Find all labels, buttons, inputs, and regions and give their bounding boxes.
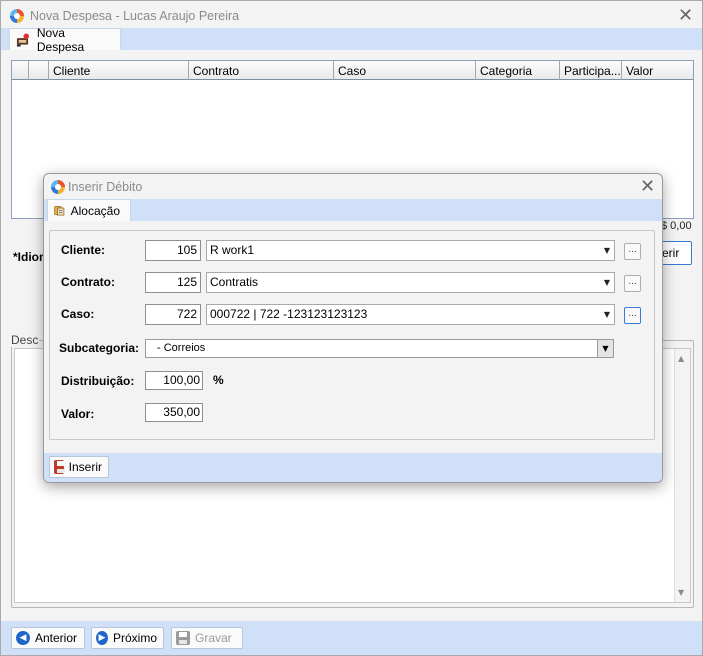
close-icon[interactable]: ✕ <box>640 178 655 196</box>
chevron-down-icon: ▼ <box>597 340 613 357</box>
percent-sign: % <box>213 373 224 387</box>
grid-total: $ 0,00 <box>661 220 692 232</box>
column-header-categoria[interactable]: Categoria <box>475 61 559 80</box>
allocation-panel: Cliente: 105 R work1 ▼ ... Contrato: 125… <box>49 230 655 440</box>
close-icon[interactable]: ✕ <box>678 7 693 25</box>
chevron-down-icon: ▼ <box>603 310 610 319</box>
window-title: Nova Despesa - Lucas Araujo Pereira <box>30 9 240 23</box>
chevron-down-icon: ▼ <box>603 278 610 287</box>
tab-label: Alocação <box>70 203 120 218</box>
column-header-caso[interactable]: Caso <box>333 61 475 80</box>
tab-nova-despesa[interactable]: Nova Despesa <box>9 26 121 54</box>
cliente-label: Cliente: <box>61 243 106 257</box>
valor-label: Valor: <box>61 407 95 421</box>
contrato-select[interactable]: Contratis ▼ <box>206 272 615 293</box>
dialog-body: Cliente: 105 R work1 ▼ ... Contrato: 125… <box>49 222 657 442</box>
cliente-select-value: R work1 <box>210 243 255 257</box>
contrato-code-field[interactable]: 125 <box>145 272 201 293</box>
grid-header: Cliente Contrato Caso Categoria Particip… <box>12 61 693 80</box>
column-header-contrato[interactable]: Contrato <box>188 61 333 80</box>
subcategoria-label: Subcategoria: <box>59 341 140 355</box>
save-icon <box>176 631 190 645</box>
expense-icon <box>16 32 30 47</box>
descricao-label: Desc <box>10 333 40 347</box>
tab-alocacao[interactable]: Alocação <box>47 199 131 221</box>
distribuicao-field[interactable]: 100,00 <box>145 371 203 390</box>
app-logo-icon <box>10 9 24 23</box>
cliente-code-field[interactable]: 105 <box>145 240 201 261</box>
caso-label: Caso: <box>61 307 95 321</box>
scroll-up-icon[interactable]: ▲ <box>678 355 684 363</box>
contrato-label: Contrato: <box>61 275 115 289</box>
inserir-debito-dialog: Inserir Débito ✕ Alocação Cliente: 105 R… <box>43 173 663 483</box>
dialog-inserir-label: Inserir <box>68 460 102 474</box>
descricao-scrollbar[interactable]: ▲ ▼ <box>674 349 690 602</box>
app-logo-icon <box>51 180 65 194</box>
anterior-label: Anterior <box>35 631 78 645</box>
dialog-inserir-button[interactable]: Inserir <box>49 456 109 478</box>
cliente-select[interactable]: R work1 ▼ <box>206 240 615 261</box>
allocation-icon <box>54 206 65 216</box>
contrato-select-value: Contratis <box>210 275 259 289</box>
column-header-select[interactable] <box>28 61 48 80</box>
caso-select-value: 000722 | 722 -123123123123 <box>210 307 368 321</box>
main-footer: ◀ Anterior ▶ Próximo Gravar <box>1 621 702 655</box>
caso-lookup-button[interactable]: ... <box>624 307 641 324</box>
gravar-label: Gravar <box>195 631 232 645</box>
column-header-valor[interactable]: Valor <box>621 61 693 80</box>
column-header-cliente[interactable]: Cliente <box>48 61 188 80</box>
scroll-down-icon[interactable]: ▼ <box>678 589 684 597</box>
arrow-left-icon: ◀ <box>16 631 30 645</box>
main-tab-strip: Nova Despesa <box>1 26 702 54</box>
valor-field[interactable]: 350,00 <box>145 403 203 422</box>
anterior-button[interactable]: ◀ Anterior <box>11 627 85 649</box>
dialog-title: Inserir Débito <box>68 180 143 194</box>
proximo-label: Próximo <box>112 631 157 645</box>
caso-select[interactable]: 000722 | 722 -123123123123 ▼ <box>206 304 615 325</box>
subcategoria-select[interactable]: - Correios ▼ <box>145 339 614 358</box>
save-icon <box>54 460 65 474</box>
contrato-lookup-button[interactable]: ... <box>624 275 641 292</box>
dialog-tab-strip: Alocação <box>44 199 662 221</box>
caso-code-field[interactable]: 722 <box>145 304 201 325</box>
arrow-right-icon: ▶ <box>96 631 108 645</box>
chevron-down-icon: ▼ <box>603 246 610 255</box>
tab-label: Nova Despesa <box>36 25 85 54</box>
proximo-button[interactable]: ▶ Próximo <box>91 627 164 649</box>
distribuicao-label: Distribuição: <box>61 374 135 388</box>
dialog-footer: Inserir <box>44 453 662 482</box>
cliente-lookup-button[interactable]: ... <box>624 243 641 260</box>
column-header-participacao[interactable]: Participa... <box>559 61 621 80</box>
gravar-button[interactable]: Gravar <box>171 627 243 649</box>
subcategoria-select-value: - Correios <box>157 342 206 354</box>
